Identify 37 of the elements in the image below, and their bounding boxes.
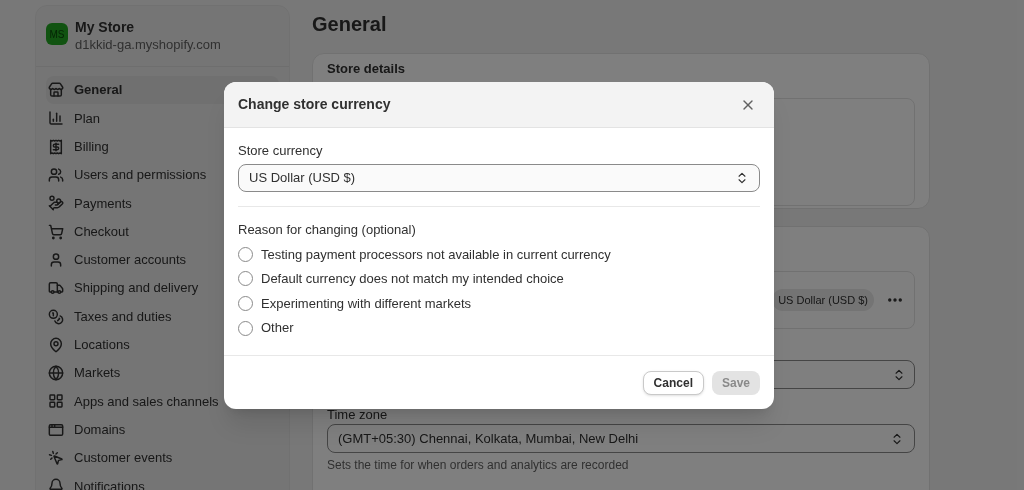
globe-icon bbox=[48, 365, 64, 382]
pin-icon bbox=[48, 336, 64, 353]
field-label: Reason for changing (optional) bbox=[238, 221, 417, 239]
cart-icon bbox=[48, 223, 64, 240]
sidebar-item[interactable]: Apps and sales channels bbox=[46, 387, 279, 416]
coins-icon bbox=[48, 308, 64, 325]
radio-label: Default currency does not match my intended choice bbox=[261, 270, 564, 289]
user-icon bbox=[48, 251, 64, 268]
radio-label: Testing payment processors not available in current currency bbox=[261, 245, 611, 264]
sidebar-item[interactable]: Markets bbox=[46, 358, 279, 388]
window-icon bbox=[48, 421, 64, 438]
radio-label: Experimenting with different markets bbox=[261, 294, 472, 313]
currency-select[interactable]: US Dollar (USD $) bbox=[238, 164, 760, 192]
radio-label: Other bbox=[261, 319, 294, 338]
field-label: Time zone bbox=[327, 406, 389, 424]
help-text: Sets the time for when orders and analytics are recorded bbox=[327, 457, 630, 474]
grid-icon bbox=[48, 393, 64, 410]
sidebar-item[interactable]: Customer events bbox=[46, 443, 279, 473]
sidebar-item[interactable]: Payments bbox=[46, 189, 279, 218]
receipt-icon bbox=[48, 138, 64, 155]
currency-badge: US Dollar (USD $) bbox=[772, 288, 874, 312]
bell-icon bbox=[48, 478, 64, 490]
sidebar-item[interactable]: Domains bbox=[46, 415, 279, 444]
store-domain: d1kkid-ga.myshopify.com bbox=[75, 36, 221, 54]
field-label: Store currency bbox=[238, 142, 324, 160]
truck-icon bbox=[48, 280, 64, 297]
cancel-button[interactable]: Cancel bbox=[642, 370, 704, 395]
page-title: General bbox=[312, 12, 388, 36]
sidebar-item[interactable]: Notifications bbox=[46, 472, 279, 490]
pointer-icon bbox=[48, 450, 64, 466]
hand-coins-icon bbox=[48, 195, 64, 212]
time-zone-select[interactable]: (GMT+05:30) Chennai, Kolkata, Mumbai, New Delhi bbox=[327, 424, 915, 453]
store-name: My Store bbox=[75, 18, 136, 36]
store-icon bbox=[48, 82, 64, 99]
chart-icon bbox=[48, 110, 64, 127]
card-title: Store details bbox=[327, 61, 407, 77]
users-icon bbox=[48, 167, 64, 184]
